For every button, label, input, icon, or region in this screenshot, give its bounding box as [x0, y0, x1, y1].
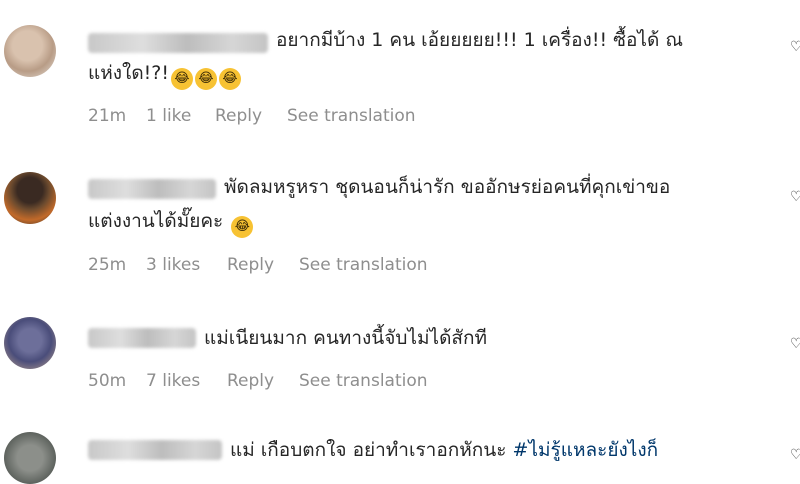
username-blurred[interactable]	[88, 33, 268, 53]
avatar[interactable]	[4, 172, 56, 224]
laughing-emoji-icon: 😂	[170, 68, 193, 90]
see-translation-button[interactable]: See translation	[299, 255, 428, 275]
username-blurred[interactable]	[88, 440, 222, 460]
comment-text-line2: แห่งใด!?! 😂 😂 😂	[88, 57, 241, 90]
heart-icon[interactable]: ♡	[790, 335, 800, 353]
username-blurred[interactable]	[88, 179, 216, 199]
comment-text: แม่ เกือบตกใจ อย่าทำเราอกหักนะ #ไม่รู้แห…	[230, 439, 659, 461]
laughing-emoji-icon: 😂	[231, 216, 254, 238]
comment-text: อยากมีบ้าง 1 คน เอ้ยยยยย!!! 1 เครื่อง!! …	[276, 29, 683, 51]
avatar[interactable]	[4, 432, 56, 484]
avatar[interactable]	[4, 317, 56, 369]
like-count[interactable]: 1 like	[146, 106, 191, 126]
heart-icon[interactable]: ♡	[790, 446, 800, 464]
comment-text: พัดลมหรูหรา ชุดนอนก็น่ารัก ขออักษรย่อคนท…	[224, 176, 671, 198]
avatar[interactable]	[4, 25, 56, 77]
reply-button[interactable]: Reply	[227, 371, 274, 391]
comment-text: แม่เนียนมาก คนทางนี้จับไม่ได้สักที	[204, 327, 488, 349]
reply-button[interactable]: Reply	[215, 106, 262, 126]
comment-time[interactable]: 25m	[88, 255, 126, 275]
reply-button[interactable]: Reply	[227, 255, 274, 275]
see-translation-button[interactable]: See translation	[299, 371, 428, 391]
hashtag-link[interactable]: #ไม่รู้แหละยังไงก็	[513, 439, 659, 461]
laughing-emoji-icon: 😂	[218, 68, 241, 90]
heart-icon[interactable]: ♡	[790, 188, 800, 206]
comment-text-line2: แต่งงานได้มั๊ยคะ 😂	[88, 205, 254, 238]
like-count[interactable]: 7 likes	[146, 371, 200, 391]
username-blurred[interactable]	[88, 328, 196, 348]
see-translation-button[interactable]: See translation	[287, 106, 416, 126]
heart-icon[interactable]: ♡	[790, 38, 800, 56]
laughing-emoji-icon: 😂	[194, 68, 217, 90]
like-count[interactable]: 3 likes	[146, 255, 200, 275]
comment-time[interactable]: 50m	[88, 371, 126, 391]
comment-time[interactable]: 21m	[88, 106, 126, 126]
